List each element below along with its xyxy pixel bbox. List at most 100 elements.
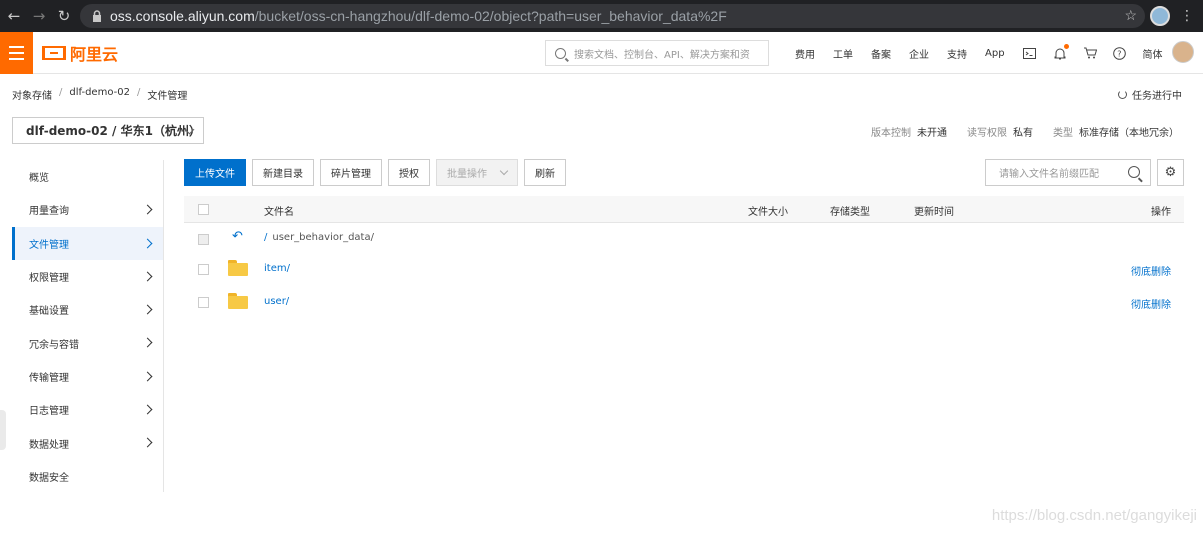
sidebar-item-usage[interactable]: 用量查询	[12, 193, 163, 226]
sidebar-item-permissions[interactable]: 权限管理	[12, 260, 163, 293]
sidebar-item-label: 数据安全	[29, 472, 69, 484]
sidebar-item-label: 数据处理	[29, 439, 69, 451]
fragment-management-button[interactable]: 碎片管理	[320, 159, 382, 186]
url-host: oss.console.aliyun.com	[110, 8, 255, 24]
column-header-storage: 存储类型	[830, 207, 870, 218]
collapse-handle[interactable]	[0, 410, 6, 450]
chevron-right-icon	[142, 204, 153, 215]
aliyun-logo[interactable]: 阿里云	[42, 43, 118, 64]
browser-profile-avatar[interactable]	[1150, 6, 1170, 26]
console-top-nav: 阿里云 搜索文档、控制台、API、解决方案和资 费用 工单 备案 企业 支持 A…	[0, 32, 1203, 74]
top-link-support[interactable]: 支持	[947, 46, 967, 61]
menu-icon[interactable]	[0, 32, 33, 74]
top-link-icp[interactable]: 备案	[871, 46, 891, 61]
root-path-link[interactable]: /	[264, 232, 267, 243]
column-header-action: 操作	[1151, 207, 1171, 218]
back-arrow-icon[interactable]: ←	[3, 5, 25, 27]
sidebar-item-label: 权限管理	[29, 273, 69, 285]
breadcrumb-separator: /	[136, 87, 141, 98]
sidebar-item-redundancy[interactable]: 冗余与容错	[12, 326, 163, 359]
column-header-name: 文件名	[264, 207, 294, 218]
acl-value: 私有	[1013, 128, 1033, 139]
sidebar-item-label: 冗余与容错	[29, 339, 79, 351]
bookmark-star-icon[interactable]: ☆	[1124, 7, 1137, 24]
top-link-enterprise[interactable]: 企业	[909, 46, 929, 61]
forward-arrow-icon[interactable]: →	[28, 5, 50, 27]
user-avatar[interactable]	[1172, 41, 1194, 63]
refresh-button[interactable]: 刷新	[524, 159, 566, 186]
bell-icon[interactable]	[1053, 44, 1069, 60]
console-search-input[interactable]: 搜索文档、控制台、API、解决方案和资	[545, 40, 769, 66]
delete-permanently-link[interactable]: 彻底删除	[1131, 263, 1171, 278]
settings-gear-icon[interactable]: ⚙	[1157, 159, 1184, 186]
current-path-text[interactable]: user_behavior_data/	[272, 232, 374, 243]
top-link-tickets[interactable]: 工单	[833, 46, 853, 61]
chevron-down-icon	[499, 166, 509, 176]
lock-icon	[93, 10, 101, 22]
bucket-selector[interactable]: dlf-demo-02 / 华东1（杭州）	[12, 117, 204, 144]
sidebar-item-data-security[interactable]: 数据安全	[12, 460, 163, 493]
column-header-size: 文件大小	[748, 207, 788, 218]
batch-operation-label: 批量操作	[447, 169, 487, 180]
sidebar-item-overview[interactable]: 概览	[12, 160, 163, 193]
sidebar-item-transfer[interactable]: 传输管理	[12, 360, 163, 393]
sidebar-item-data-processing[interactable]: 数据处理	[12, 426, 163, 459]
top-link-billing[interactable]: 费用	[795, 46, 815, 61]
chevron-right-icon	[142, 238, 153, 249]
terminal-icon[interactable]	[1023, 46, 1037, 60]
table-row: item/ 彻底删除	[184, 253, 1184, 286]
console-search-placeholder: 搜索文档、控制台、API、解决方案和资	[574, 49, 750, 61]
table-row: user/ 彻底删除	[184, 286, 1184, 319]
sidebar-item-files[interactable]: 文件管理	[12, 226, 163, 260]
language-switch[interactable]: 简体	[1143, 46, 1163, 61]
sidebar-item-label: 传输管理	[29, 372, 69, 384]
aliyun-logo-mark	[42, 46, 66, 60]
select-all-checkbox[interactable]	[198, 204, 209, 215]
search-icon	[555, 47, 566, 59]
upload-button[interactable]: 上传文件	[184, 159, 246, 186]
authorize-button[interactable]: 授权	[388, 159, 430, 186]
browser-menu-icon[interactable]: ⋮	[1180, 6, 1194, 26]
new-directory-button[interactable]: 新建目录	[252, 159, 314, 186]
top-links: 费用 工单 备案 企业 支持 App ? 简体	[795, 32, 1181, 74]
breadcrumb-bucket[interactable]: dlf-demo-02	[69, 87, 130, 102]
file-search-input[interactable]: 请输入文件名前缀匹配	[985, 159, 1151, 186]
search-icon[interactable]	[1128, 166, 1140, 178]
breadcrumb: 对象存储 / dlf-demo-02 / 文件管理	[12, 87, 187, 102]
breadcrumb-oss[interactable]: 对象存储	[12, 87, 52, 102]
reload-icon[interactable]: ↻	[53, 5, 75, 27]
acl-label: 读写权限	[967, 128, 1007, 139]
address-bar[interactable]: oss.console.aliyun.com/bucket/oss-cn-han…	[80, 4, 1145, 28]
storage-type-value: 标准存储（本地冗余）	[1079, 128, 1179, 139]
return-arrow-icon[interactable]: ↶	[232, 229, 243, 244]
cart-icon[interactable]	[1083, 46, 1097, 60]
column-header-updated: 更新时间	[914, 207, 954, 218]
breadcrumb-separator: /	[59, 87, 63, 98]
task-progress[interactable]: 任务进行中	[1118, 87, 1182, 102]
help-icon[interactable]: ?	[1113, 46, 1127, 60]
chevron-right-icon	[142, 304, 153, 315]
parent-directory-row: ↶ / user_behavior_data/	[184, 223, 1184, 256]
batch-operation-button[interactable]: 批量操作	[436, 159, 518, 186]
url-path: /bucket/oss-cn-hangzhou/dlf-demo-02/obje…	[254, 8, 727, 24]
row-checkbox	[198, 234, 209, 245]
storage-type-label: 类型	[1053, 128, 1073, 139]
row-checkbox[interactable]	[198, 264, 209, 275]
sidebar-item-label: 用量查询	[29, 206, 69, 218]
version-control-label: 版本控制	[871, 128, 911, 139]
row-checkbox[interactable]	[198, 297, 209, 308]
version-control-value: 未开通	[917, 128, 947, 139]
task-progress-label: 任务进行中	[1132, 91, 1182, 102]
sidebar-item-basic-settings[interactable]: 基础设置	[12, 293, 163, 326]
file-search-placeholder: 请输入文件名前缀匹配	[999, 169, 1099, 180]
file-table-header: 文件名 文件大小 存储类型 更新时间 操作	[184, 196, 1184, 223]
folder-icon	[228, 260, 248, 276]
sidebar-item-logs[interactable]: 日志管理	[12, 393, 163, 426]
folder-name-link[interactable]: user/	[264, 296, 289, 307]
chevron-right-icon	[142, 437, 153, 448]
folder-name-link[interactable]: item/	[264, 263, 290, 274]
delete-permanently-link[interactable]: 彻底删除	[1131, 296, 1171, 311]
bucket-info: 版本控制 未开通 读写权限 私有 类型 标准存储（本地冗余）	[871, 124, 1179, 139]
chevron-right-icon	[142, 338, 153, 348]
top-link-app[interactable]: App	[985, 48, 1005, 59]
